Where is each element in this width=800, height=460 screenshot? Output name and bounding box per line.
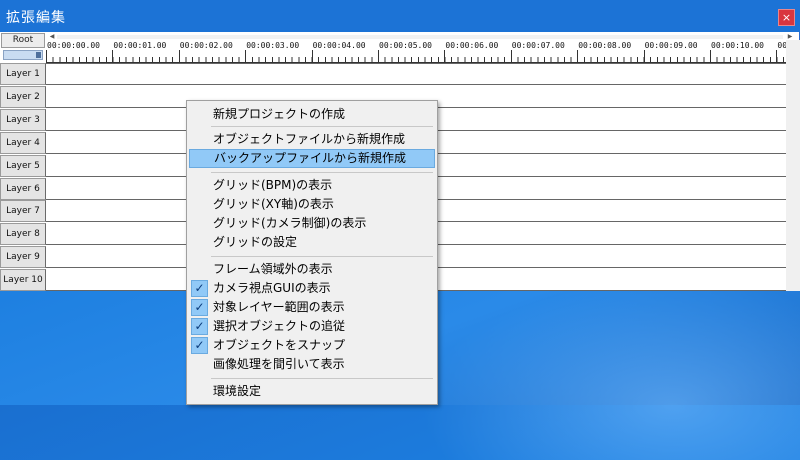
- ruler-timestamp: 00:00:08.00: [578, 41, 632, 50]
- ruler-major-tick: [46, 50, 47, 62]
- ruler-timestamp: 00:00:00.00: [47, 41, 100, 50]
- checkmark-icon: ✓: [191, 299, 208, 316]
- layer-label[interactable]: Layer 5: [0, 155, 46, 177]
- menu-item-label: 環境設定: [213, 384, 262, 398]
- menu-item[interactable]: フレーム領域外の表示: [189, 260, 435, 279]
- menu-item-label: グリッド(カメラ制御)の表示: [213, 216, 367, 230]
- menu-item[interactable]: ✓ 対象レイヤー範囲の表示: [189, 298, 435, 317]
- window-title: 拡張編集: [6, 10, 66, 26]
- ruler-major-tick: [710, 50, 711, 62]
- menu-item[interactable]: 画像処理を間引いて表示: [189, 355, 435, 374]
- ruler-timestamp: 00:00:10.00: [711, 41, 764, 50]
- layer-label[interactable]: Layer 9: [0, 246, 46, 268]
- vertical-scrollbar[interactable]: [786, 40, 800, 291]
- title-bar[interactable]: 拡張編集 ×: [0, 0, 800, 32]
- close-button[interactable]: ×: [778, 9, 795, 26]
- timeline-ruler[interactable]: 00:00:00.00 00:00:01.00 00:00:02.00 00:00:0…: [46, 40, 787, 62]
- zoom-slider-thumb[interactable]: [36, 52, 41, 58]
- ruler-major-tick: [577, 50, 579, 62]
- ruler-timestamp: 00:00:07.00: [511, 41, 565, 50]
- menu-separator: [211, 172, 433, 173]
- menu-item[interactable]: オブジェクトファイルから新規作成: [189, 130, 435, 149]
- layer-label[interactable]: Layer 6: [0, 178, 46, 200]
- menu-item[interactable]: 新規プロジェクトの作成: [189, 105, 435, 124]
- zoom-slider[interactable]: [3, 50, 43, 60]
- menu-item[interactable]: ✓ 選択オブジェクトの追従: [189, 317, 435, 336]
- ruler-timestamp: 00:00:04.00: [312, 41, 366, 50]
- layer-track[interactable]: [46, 63, 786, 85]
- ruler-major-tick: [178, 50, 180, 62]
- menu-item[interactable]: バックアップファイルから新規作成: [189, 149, 435, 168]
- menu-item[interactable]: グリッドの設定: [189, 233, 435, 252]
- ruler-major-tick: [510, 50, 512, 62]
- layer-label[interactable]: Layer 10: [0, 269, 46, 291]
- menu-item-label: グリッド(BPM)の表示: [213, 178, 333, 192]
- ruler-timestamp: 00:00:05.00: [379, 41, 432, 50]
- ruler-major-tick: [378, 50, 379, 62]
- layer-label[interactable]: Layer 1: [0, 63, 46, 85]
- menu-item[interactable]: ✓ カメラ視点GUIの表示: [189, 279, 435, 298]
- ruler-timestamp: 00:00:01.00: [113, 41, 167, 50]
- checkmark-icon: ✓: [191, 318, 208, 335]
- ruler-major-tick: [776, 50, 778, 62]
- menu-item-label: オブジェクトをスナップ: [213, 338, 346, 352]
- menu-item[interactable]: グリッド(BPM)の表示: [189, 176, 435, 195]
- menu-item-label: バックアップファイルから新規作成: [214, 151, 407, 165]
- ruler-timestamp: 00:00:03.00: [246, 41, 300, 50]
- horizontal-scrollbar[interactable]: [57, 35, 783, 39]
- menu-item-label: 画像処理を間引いて表示: [213, 357, 345, 371]
- menu-separator: [211, 378, 433, 379]
- ruler-ticks: [46, 52, 786, 62]
- desktop-background: [420, 280, 800, 460]
- layer-label[interactable]: Layer 8: [0, 223, 46, 245]
- menu-item-label: カメラ視点GUIの表示: [213, 281, 331, 295]
- layer-label[interactable]: Layer 3: [0, 109, 46, 131]
- root-button[interactable]: Root: [1, 33, 45, 48]
- layer-label[interactable]: Layer 4: [0, 132, 46, 154]
- menu-item-label: オブジェクトファイルから新規作成: [213, 132, 406, 146]
- menu-item[interactable]: グリッド(カメラ制御)の表示: [189, 214, 435, 233]
- menu-item[interactable]: 環境設定: [189, 382, 435, 401]
- context-menu: 新規プロジェクトの作成オブジェクトファイルから新規作成 バックアップファイルから新…: [186, 100, 438, 405]
- menu-item-label: 新規プロジェクトの作成: [213, 107, 346, 121]
- ruler-major-tick: [245, 50, 247, 62]
- menu-separator: [211, 256, 433, 257]
- checkmark-icon: ✓: [191, 280, 208, 297]
- ruler-major-tick: [112, 50, 114, 62]
- ruler-timestamp: 00:00:02.00: [179, 41, 233, 50]
- scroll-right-arrow-icon[interactable]: ▶: [785, 33, 795, 40]
- menu-item[interactable]: グリッド(XY軸)の表示: [189, 195, 435, 214]
- menu-item-label: グリッド(XY軸)の表示: [213, 197, 334, 211]
- layer-label[interactable]: Layer 7: [0, 200, 46, 222]
- ruler-timestamp: 00:00:06.00: [445, 41, 499, 50]
- menu-item-label: 対象レイヤー範囲の表示: [213, 300, 345, 314]
- ruler-major-tick: [311, 50, 313, 62]
- ruler-major-tick: [643, 50, 645, 62]
- checkmark-icon: ✓: [191, 337, 208, 354]
- ruler-timestamp: 00:00:09.00: [644, 41, 698, 50]
- menu-item-label: フレーム領域外の表示: [213, 262, 333, 276]
- scroll-left-arrow-icon[interactable]: ◀: [47, 33, 57, 40]
- layer-label[interactable]: Layer 2: [0, 86, 46, 108]
- menu-item-label: グリッドの設定: [213, 235, 298, 249]
- ruler-major-tick: [444, 50, 446, 62]
- menu-item-label: 選択オブジェクトの追従: [213, 319, 346, 333]
- menu-separator: [211, 126, 433, 127]
- menu-item[interactable]: ✓ オブジェクトをスナップ: [189, 336, 435, 355]
